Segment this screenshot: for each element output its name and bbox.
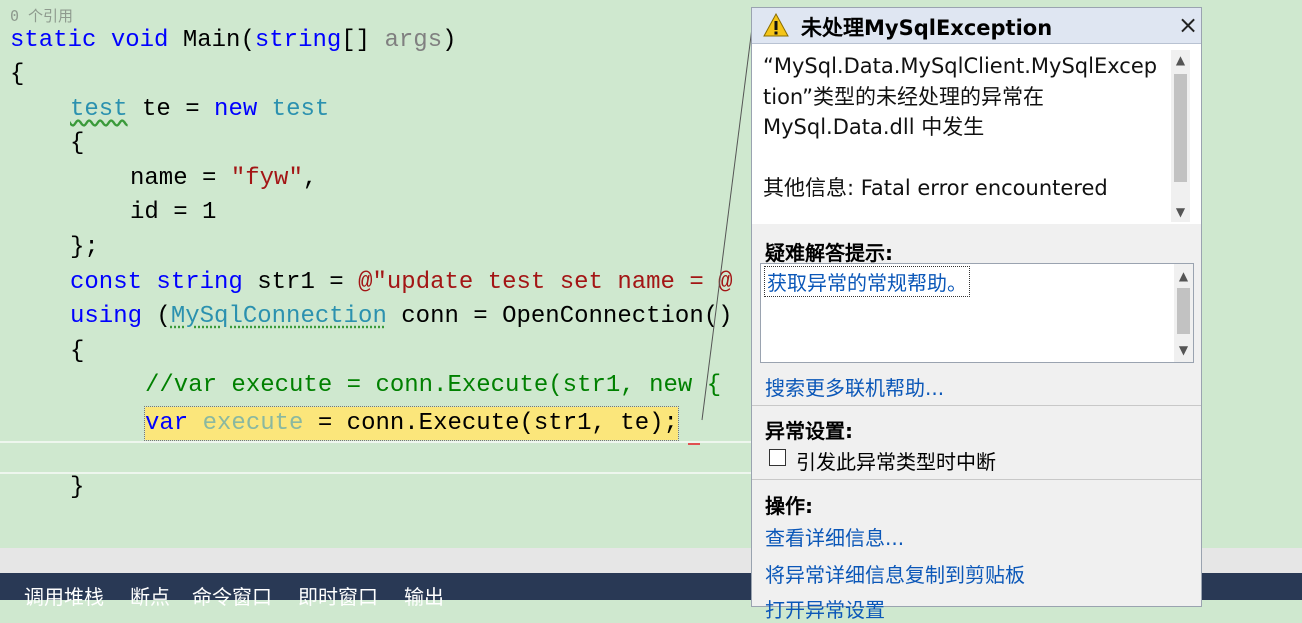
break-on-exception-label[interactable]: 引发此异常类型时中断 [796, 446, 996, 475]
exception-settings-title: 异常设置: [765, 419, 853, 443]
copy-details-link[interactable]: 将异常详细信息复制到剪贴板 [765, 559, 1025, 588]
scroll-up-icon[interactable]: ▲ [1174, 266, 1193, 286]
troubleshooting-list[interactable]: 获取异常的常规帮助。 ▲ ▼ [760, 263, 1194, 363]
divider [752, 405, 1201, 406]
scroll-thumb[interactable] [1174, 74, 1187, 182]
search-online-help-link[interactable]: 搜索更多联机帮助... [765, 372, 944, 401]
view-details-link[interactable]: 查看详细信息... [765, 522, 904, 551]
message-scrollbar[interactable]: ▲ ▼ [1171, 50, 1190, 222]
message-line: “MySql.Data.MySqlClient.MySqlExcep [763, 54, 1158, 78]
open-exception-settings-link[interactable]: 打开异常设置 [765, 594, 885, 623]
exception-helper-popup: 未处理MySqlException × “MySql.Data.MySqlCli… [751, 7, 1202, 622]
exception-title: 未处理MySqlException [801, 16, 1053, 40]
general-help-link[interactable]: 获取异常的常规帮助。 [764, 266, 970, 297]
warning-icon [763, 13, 789, 37]
break-on-exception-checkbox[interactable] [769, 449, 786, 466]
exception-message: “MySql.Data.MySqlClient.MySqlExcep tion”… [763, 51, 1163, 203]
actions-title: 操作: [765, 494, 813, 518]
scroll-up-icon[interactable]: ▲ [1171, 50, 1190, 70]
extra-info: 其他信息: Fatal error encountered [763, 175, 1108, 200]
popup-header: 未处理MySqlException × [752, 8, 1201, 44]
scroll-down-icon[interactable]: ▼ [1174, 340, 1193, 360]
troubleshooting-title: 疑难解答提示: [765, 241, 893, 265]
scroll-down-icon[interactable]: ▼ [1171, 202, 1190, 222]
close-icon[interactable]: × [1176, 11, 1200, 39]
hints-scrollbar[interactable]: ▲ ▼ [1174, 264, 1193, 362]
divider [752, 479, 1201, 480]
scroll-thumb[interactable] [1177, 288, 1190, 334]
message-line: tion”类型的未经处理的异常在 [763, 84, 1044, 109]
message-line: MySql.Data.dll 中发生 [763, 115, 985, 139]
exception-message-box[interactable]: “MySql.Data.MySqlClient.MySqlExcep tion”… [752, 44, 1201, 224]
